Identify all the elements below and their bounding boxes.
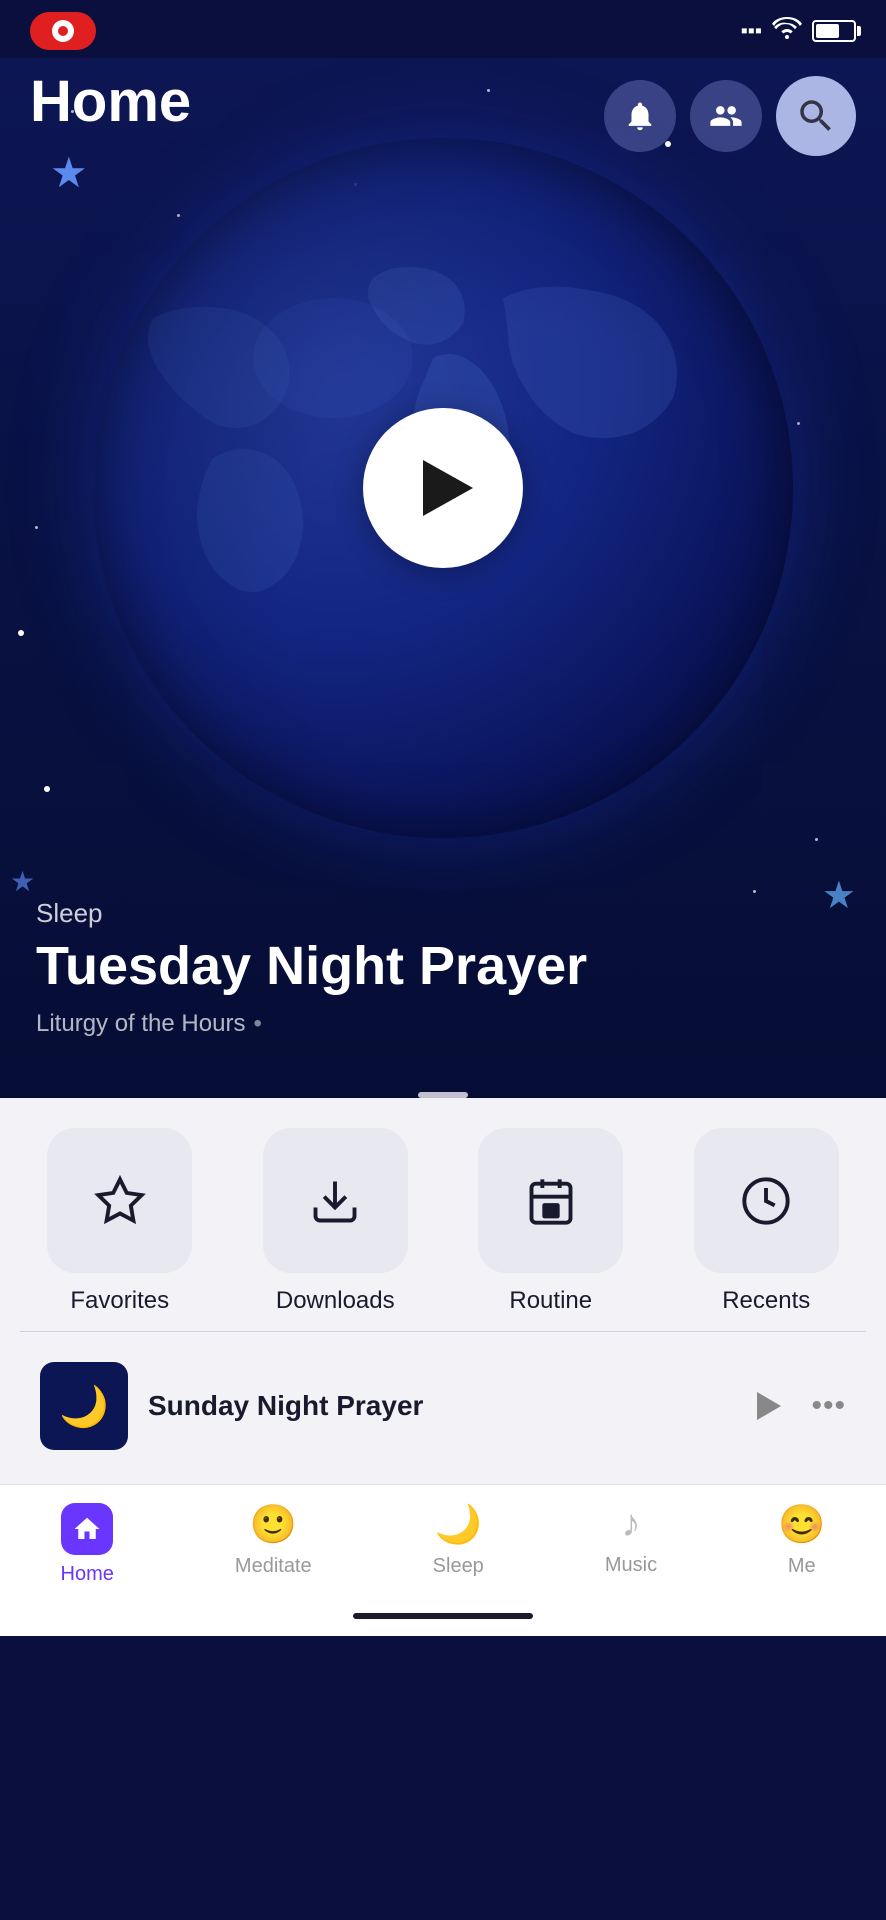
recent-item[interactable]: 🌙 Sunday Night Prayer ••• (20, 1348, 866, 1464)
sleep-nav-label: Sleep (433, 1555, 484, 1578)
signal-icon: ▪▪▪ (741, 20, 762, 43)
recents-label: Recents (722, 1287, 810, 1315)
recent-actions: ••• (741, 1380, 846, 1432)
downloads-label: Downloads (276, 1287, 395, 1315)
recents-quick-item[interactable]: Recents (667, 1128, 867, 1315)
section-divider (20, 1331, 866, 1332)
calendar-icon (525, 1175, 577, 1227)
routine-label: Routine (509, 1287, 592, 1315)
drag-handle (418, 1092, 468, 1098)
nav-item-me[interactable]: 😊 Me (778, 1503, 825, 1586)
home-indicator-bar (353, 1613, 533, 1619)
header-icons (604, 76, 856, 156)
recent-more-button[interactable]: ••• (811, 1389, 846, 1423)
home-nav-icon-box (61, 1503, 113, 1555)
routine-quick-item[interactable]: Routine (451, 1128, 651, 1315)
music-nav-icon: ♪ (621, 1503, 640, 1546)
people-icon (709, 99, 743, 133)
battery-icon (812, 20, 856, 42)
home-star-icon: ★ (50, 148, 88, 197)
star-dot (44, 786, 50, 792)
hero-text: Sleep Tuesday Night Prayer Liturgy of th… (36, 898, 587, 1038)
group-button[interactable] (690, 80, 762, 152)
recent-info: Sunday Night Prayer (148, 1390, 721, 1422)
globe-container (93, 138, 793, 838)
favorites-label: Favorites (70, 1287, 169, 1315)
hero-subtitle: Liturgy of the Hours (36, 1010, 587, 1038)
nav-item-home[interactable]: Home (61, 1503, 114, 1586)
bottom-star-left-icon: ★ (10, 865, 35, 898)
battery-fill (816, 24, 839, 38)
favorites-quick-item[interactable]: Favorites (20, 1128, 220, 1315)
recent-play-triangle-icon (757, 1392, 781, 1420)
routine-icon-box (478, 1128, 623, 1273)
sleep-nav-icon: 🌙 (435, 1503, 482, 1547)
status-bar: ▪▪▪ (0, 0, 886, 58)
hero-title: Tuesday Night Prayer (36, 937, 587, 996)
globe (93, 138, 793, 838)
recent-title: Sunday Night Prayer (148, 1390, 721, 1422)
recording-indicator (30, 12, 96, 50)
star-dot (35, 526, 38, 529)
home-nav-label: Home (61, 1563, 114, 1586)
play-triangle-icon (423, 460, 473, 516)
favorites-icon-box (47, 1128, 192, 1273)
notifications-button[interactable] (604, 80, 676, 152)
search-icon (795, 95, 837, 137)
status-right: ▪▪▪ (741, 17, 856, 45)
hero-category: Sleep (36, 898, 587, 929)
nav-item-meditate[interactable]: 🙂 Meditate (235, 1503, 312, 1586)
quick-access-section: Favorites Downloads (0, 1098, 886, 1484)
home-nav-icon (72, 1514, 102, 1544)
star-dot (753, 890, 756, 893)
star-dot (797, 422, 800, 425)
star-dot (815, 838, 818, 841)
bottom-star-right-icon: ★ (822, 873, 856, 918)
bell-icon (623, 99, 657, 133)
me-nav-icon: 😊 (778, 1503, 825, 1547)
recent-thumbnail: 🌙 (40, 1362, 128, 1450)
quick-access-grid: Favorites Downloads (20, 1128, 866, 1315)
wifi-icon (772, 17, 802, 45)
star-dot (18, 630, 24, 636)
play-button[interactable] (363, 408, 523, 568)
nav-item-music[interactable]: ♪ Music (605, 1503, 657, 1586)
star-icon (94, 1175, 146, 1227)
download-icon (309, 1175, 361, 1227)
me-nav-label: Me (788, 1555, 816, 1578)
meditate-nav-icon: 🙂 (250, 1503, 297, 1547)
downloads-quick-item[interactable]: Downloads (236, 1128, 436, 1315)
downloads-icon-box (263, 1128, 408, 1273)
bottom-nav: Home 🙂 Meditate 🌙 Sleep ♪ Music 😊 Me (0, 1484, 886, 1596)
recent-play-button[interactable] (741, 1380, 793, 1432)
recent-thumb-emoji: 🌙 (59, 1383, 109, 1430)
clock-icon (740, 1175, 792, 1227)
meditate-nav-label: Meditate (235, 1555, 312, 1578)
search-button[interactable] (776, 76, 856, 156)
hero-section: Home ★ (0, 58, 886, 1098)
home-indicator (0, 1596, 886, 1636)
nav-item-sleep[interactable]: 🌙 Sleep (433, 1503, 484, 1586)
page-title: Home (30, 68, 191, 135)
recording-dot-icon (52, 20, 74, 42)
recents-icon-box (694, 1128, 839, 1273)
home-header: Home ★ (0, 58, 886, 156)
music-nav-label: Music (605, 1554, 657, 1577)
